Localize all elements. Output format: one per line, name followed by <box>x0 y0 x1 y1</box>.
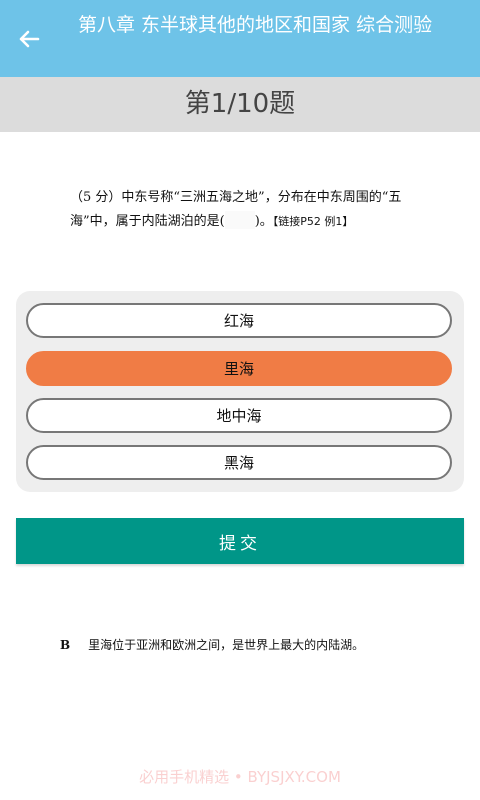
option-a[interactable]: 红海 <box>26 303 452 338</box>
watermark: 必用手机精选 • BYJSJXY.COM <box>139 768 341 786</box>
option-d[interactable]: 黑海 <box>26 445 452 480</box>
submit-label: 提交 <box>219 533 261 554</box>
option-b[interactable]: 里海 <box>26 351 452 386</box>
question-progress-label: 第1/10题 <box>184 89 296 119</box>
option-label: 黑海 <box>223 454 254 472</box>
question-reference: 【链接P52 例1】 <box>272 215 354 228</box>
back-button[interactable] <box>14 24 44 54</box>
answer-explanation: B 里海位于亚洲和欧洲之间，是世界上最大的内陆湖。 <box>60 634 364 656</box>
options-panel: 红海 里海 地中海 黑海 <box>16 291 464 492</box>
submit-button[interactable]: 提交 <box>16 518 464 564</box>
question-text-part2: )。 <box>254 214 273 229</box>
question-progress-header: 第1/10题 <box>0 77 480 132</box>
answer-blank <box>224 211 255 229</box>
option-c[interactable]: 地中海 <box>26 398 452 433</box>
page-title: 第八章 东半球其他的地区和国家 综合测验 <box>78 14 433 36</box>
arrow-left-icon <box>14 24 44 54</box>
option-label: 里海 <box>223 360 254 378</box>
top-app-bar: 第八章 东半球其他的地区和国家 综合测验 <box>0 0 480 77</box>
option-label: 地中海 <box>216 407 262 425</box>
answer-explanation-text: 里海位于亚洲和欧洲之间，是世界上最大的内陆湖。 <box>88 638 365 652</box>
answer-letter: B <box>60 638 71 652</box>
option-label: 红海 <box>223 312 254 330</box>
question-text: （5 分）中东号称“三洲五海之地”，分布在中东周围的“五海”中，属于内陆湖泊的是… <box>70 186 430 234</box>
